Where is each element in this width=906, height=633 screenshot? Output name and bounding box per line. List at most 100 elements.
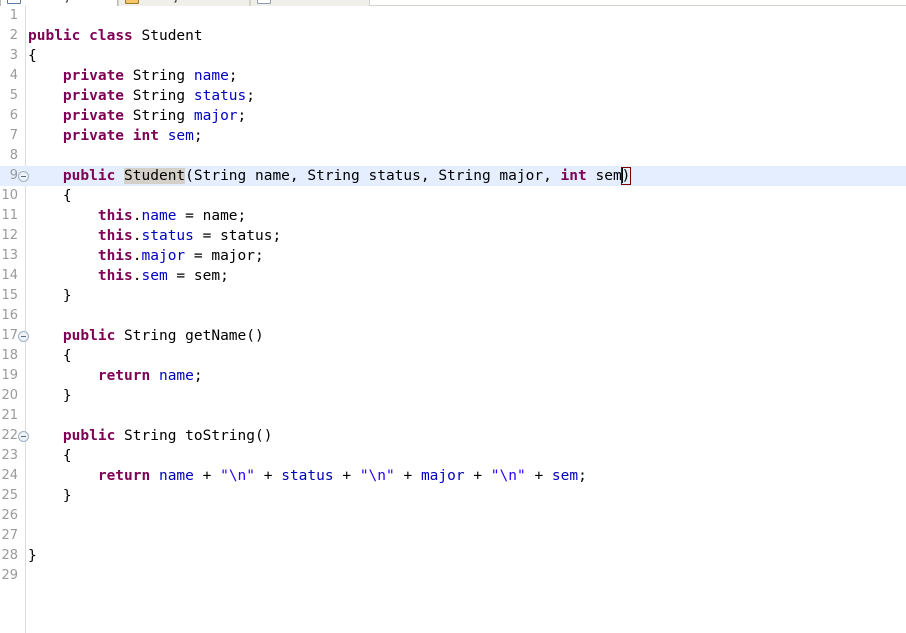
code-text: {	[28, 186, 72, 206]
code-token: String	[124, 108, 194, 124]
code-line[interactable]: 29	[0, 566, 906, 586]
line-number: 8	[9, 148, 18, 163]
code-text: public Student(String name, String statu…	[28, 166, 632, 186]
code-line[interactable]: 8	[0, 146, 906, 166]
code-line[interactable]: 22 public String toString()	[0, 426, 906, 446]
code-text: this.name = name;	[28, 206, 246, 226]
code-token: = name;	[176, 208, 247, 224]
code-token: ;	[193, 368, 203, 384]
code-token: = status;	[193, 228, 282, 244]
code-token: ;	[228, 68, 238, 84]
line-number: 15	[1, 288, 18, 303]
code-line[interactable]: 20 }	[0, 386, 906, 406]
code-text: private int sem;	[28, 126, 203, 146]
code-token: int	[132, 128, 159, 144]
line-number: 22	[1, 428, 18, 443]
code-token: name	[193, 68, 229, 84]
code-line[interactable]: 5 private String status;	[0, 86, 906, 106]
code-token: String toString()	[115, 428, 273, 444]
code-line[interactable]: 17 public String getName()	[0, 326, 906, 346]
code-line[interactable]: 2 public class Student	[0, 26, 906, 46]
code-line[interactable]: 24 return name + "\n" + status + "\n" + …	[0, 466, 906, 486]
code-text: this.sem = sem;	[28, 266, 229, 286]
code-text: this.status = status;	[28, 226, 281, 246]
code-line[interactable]: 3{	[0, 46, 906, 66]
line-number: 27	[1, 528, 18, 543]
code-line[interactable]: 10 {	[0, 186, 906, 206]
line-number: 23	[1, 448, 18, 463]
code-token: sem	[141, 268, 168, 284]
code-lines: 1 2 public class Student 3{4 private String…	[0, 6, 906, 586]
code-text: }	[28, 546, 37, 566]
line-number: 20	[1, 388, 18, 403]
code-text: }	[28, 286, 72, 306]
code-token: private	[62, 128, 125, 144]
code-token: this	[97, 228, 133, 244]
text-file-icon	[257, 0, 271, 4]
code-token: "\n"	[490, 468, 526, 484]
line-number: 7	[9, 128, 18, 143]
code-line[interactable]: 6 private String major;	[0, 106, 906, 126]
code-line[interactable]: 26	[0, 506, 906, 526]
code-line[interactable]: 21	[0, 406, 906, 426]
code-token: int	[560, 168, 587, 184]
code-token: name	[158, 368, 194, 384]
code-token: status	[193, 88, 247, 104]
code-token: "\n"	[220, 468, 256, 484]
code-text: }	[28, 486, 72, 506]
code-line[interactable]: 14 this.sem = sem;	[0, 266, 906, 286]
code-line[interactable]: 18 {	[0, 346, 906, 366]
code-line[interactable]: 4 private String name;	[0, 66, 906, 86]
code-line[interactable]: 12 this.status = status;	[0, 226, 906, 246]
code-line[interactable]: 15 }	[0, 286, 906, 306]
line-number: 28	[1, 548, 18, 563]
line-number: 9	[9, 168, 18, 183]
line-number: 25	[1, 488, 18, 503]
editor-window: Student.java Driver.java Student.txt 12p…	[0, 0, 906, 633]
code-token: {	[28, 48, 37, 64]
code-line[interactable]: 1	[0, 6, 906, 26]
code-line[interactable]: 27	[0, 526, 906, 546]
code-line[interactable]: 11 this.name = name;	[0, 206, 906, 226]
code-line[interactable]: 23 {	[0, 446, 906, 466]
line-number: 18	[1, 348, 18, 363]
code-line[interactable]: 25 }	[0, 486, 906, 506]
code-line[interactable]: 9 public Student(String name, String sta…	[0, 166, 906, 186]
code-line[interactable]: 13 this.major = major;	[0, 246, 906, 266]
code-token: major	[141, 248, 186, 264]
code-token: ;	[237, 108, 247, 124]
code-token: }	[28, 548, 37, 564]
code-token: +	[525, 468, 552, 484]
code-editor[interactable]: 1 2 public class Student 3{4 private String…	[0, 6, 906, 633]
code-token: String	[124, 88, 194, 104]
code-token: }	[28, 388, 72, 404]
line-number: 13	[1, 248, 18, 263]
code-token: major	[420, 468, 465, 484]
code-token: sem	[551, 468, 579, 484]
line-number: 19	[1, 368, 18, 383]
code-line[interactable]: 28}	[0, 546, 906, 566]
code-token: {	[28, 448, 72, 464]
code-token: name	[158, 468, 194, 484]
code-text: this.major = major;	[28, 246, 264, 266]
code-token: (String name, String status, String majo…	[185, 168, 561, 184]
code-token: .	[132, 208, 142, 224]
code-token: ;	[578, 468, 587, 484]
code-line[interactable]: 7 private int sem;	[0, 126, 906, 146]
code-token: }	[28, 488, 72, 504]
code-line[interactable]: 19 return name;	[0, 366, 906, 386]
code-token: private	[62, 68, 125, 84]
code-line[interactable]: 16	[0, 306, 906, 326]
line-number: 3	[9, 48, 18, 63]
code-text: private String name;	[28, 66, 238, 86]
